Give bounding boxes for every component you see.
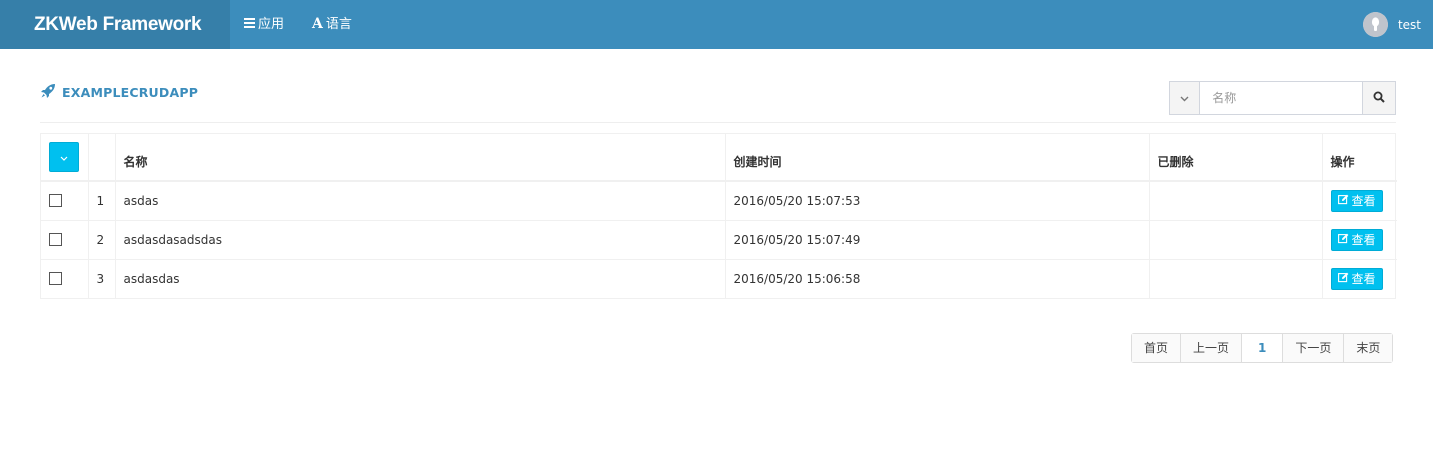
pagination-last[interactable]: 末页 bbox=[1344, 334, 1393, 362]
rocket-icon bbox=[40, 83, 56, 102]
view-button[interactable]: 查看 bbox=[1330, 228, 1383, 251]
table-row: 1 asdas 2016/05/20 15:07:53 查看 bbox=[41, 181, 1397, 220]
row-deleted bbox=[1149, 181, 1323, 220]
edit-icon bbox=[1337, 272, 1349, 286]
search-group bbox=[1169, 81, 1396, 115]
table-row: 3 asdasdas 2016/05/20 15:06:58 查看 bbox=[41, 259, 1397, 298]
user-menu[interactable]: test bbox=[1362, 12, 1421, 37]
row-name: asdasdas bbox=[115, 259, 726, 298]
view-button-label: 查看 bbox=[1351, 233, 1376, 247]
row-name: asdasdasadsdas bbox=[115, 220, 726, 259]
nav-language-menu[interactable]: A 语言 bbox=[312, 0, 352, 49]
column-header-name[interactable]: 名称 bbox=[115, 134, 726, 181]
row-checkbox-cell bbox=[41, 220, 89, 259]
chevron-down-icon bbox=[1180, 91, 1189, 105]
row-index: 3 bbox=[88, 259, 116, 298]
pagination-current-page[interactable]: 1 bbox=[1242, 334, 1284, 362]
column-header-deleted[interactable]: 已删除 bbox=[1149, 134, 1323, 181]
view-button[interactable]: 查看 bbox=[1330, 267, 1383, 290]
avatar bbox=[1362, 12, 1388, 37]
edit-icon bbox=[1337, 194, 1349, 208]
row-actions: 查看 bbox=[1322, 181, 1397, 220]
page-title: EXAMPLECRUDAPP bbox=[40, 82, 198, 102]
table-header-row: 名称 创建时间 已删除 操作 bbox=[41, 134, 1397, 181]
bulk-actions-button[interactable] bbox=[49, 142, 79, 172]
search-input[interactable] bbox=[1200, 82, 1363, 114]
column-header-actions: 操作 bbox=[1330, 155, 1355, 169]
column-header-index bbox=[88, 134, 116, 181]
row-checkbox-cell bbox=[41, 181, 89, 220]
pagination-first[interactable]: 首页 bbox=[1132, 334, 1182, 362]
row-deleted bbox=[1149, 259, 1323, 298]
table-row: 2 asdasdasadsdas 2016/05/20 15:07:49 查看 bbox=[41, 220, 1397, 259]
brand-logo[interactable]: ZKWeb Framework bbox=[0, 0, 230, 49]
row-checkbox[interactable] bbox=[49, 194, 62, 208]
page-title-text: EXAMPLECRUDAPP bbox=[62, 84, 199, 100]
pagination-prev[interactable]: 上一页 bbox=[1181, 334, 1243, 362]
top-navbar: ZKWeb Framework 应用 A 语言 test bbox=[0, 0, 1433, 49]
row-checkbox[interactable] bbox=[49, 233, 62, 246]
chevron-down-icon bbox=[60, 150, 68, 164]
search-filter-dropdown[interactable] bbox=[1170, 82, 1201, 114]
pagination: 首页 上一页 1 下一页 末页 bbox=[1131, 333, 1394, 363]
row-name: asdas bbox=[115, 181, 726, 220]
bulk-actions-cell bbox=[41, 134, 89, 181]
search-icon bbox=[1373, 91, 1385, 106]
row-created: 2016/05/20 15:07:49 bbox=[725, 220, 1150, 259]
view-button-label: 查看 bbox=[1351, 194, 1376, 209]
view-button[interactable]: 查看 bbox=[1330, 189, 1383, 212]
font-icon: A bbox=[312, 16, 323, 32]
edit-icon bbox=[1337, 233, 1349, 247]
row-created: 2016/05/20 15:07:53 bbox=[725, 181, 1150, 220]
nav-apps-label: 应用 bbox=[258, 17, 285, 32]
row-deleted bbox=[1149, 220, 1323, 259]
search-button[interactable] bbox=[1362, 82, 1395, 114]
row-index: 1 bbox=[88, 181, 116, 220]
nav-language-label: 语言 bbox=[325, 17, 352, 32]
row-checkbox-cell bbox=[41, 259, 89, 298]
data-table: 名称 创建时间 已删除 操作 1 asdas 2016/05/20 15:07:… bbox=[40, 133, 1397, 299]
row-index: 2 bbox=[88, 220, 116, 259]
row-actions: 查看 bbox=[1322, 259, 1397, 298]
row-created: 2016/05/20 15:06:58 bbox=[725, 259, 1150, 298]
menu-icon bbox=[244, 2, 255, 47]
column-header-created[interactable]: 创建时间 bbox=[725, 134, 1150, 181]
user-name: test bbox=[1397, 17, 1421, 32]
nav-apps-menu[interactable]: 应用 bbox=[244, 0, 284, 49]
title-divider bbox=[40, 122, 1396, 123]
row-checkbox[interactable] bbox=[49, 272, 62, 286]
pagination-next[interactable]: 下一页 bbox=[1283, 334, 1345, 362]
view-button-label: 查看 bbox=[1351, 272, 1376, 287]
row-actions: 查看 bbox=[1322, 220, 1397, 259]
